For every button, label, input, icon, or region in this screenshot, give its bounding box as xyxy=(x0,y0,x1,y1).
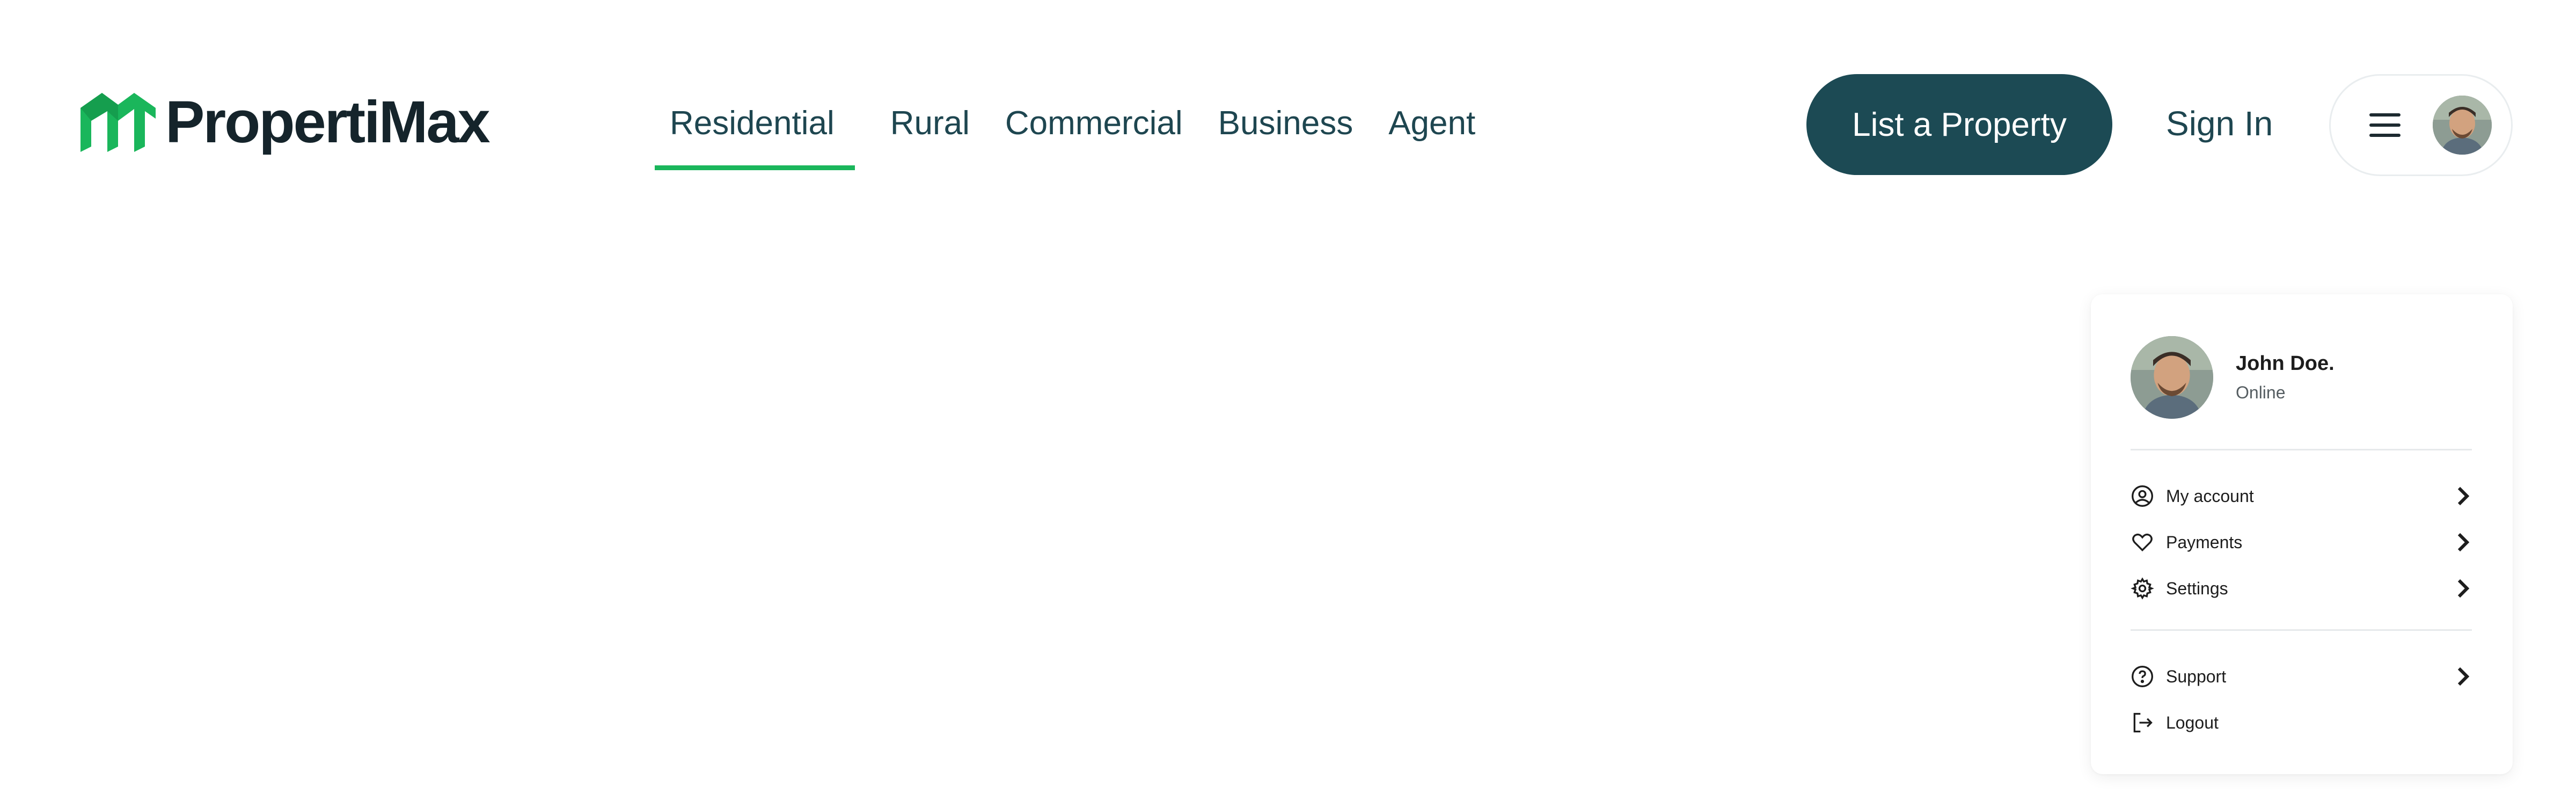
logo-mark-icon xyxy=(80,93,156,152)
menu-item-my-account[interactable]: My account xyxy=(2131,480,2472,512)
user-profile: John Doe. Online xyxy=(2131,336,2334,419)
profile-name: John Doe. xyxy=(2236,352,2334,375)
chevron-right-icon xyxy=(2457,533,2470,552)
chevron-right-icon xyxy=(2457,667,2470,686)
page: PropertiMax Residential Rural Commercial… xyxy=(0,0,2576,793)
user-circle-icon xyxy=(2132,485,2153,507)
menu-item-label: Settings xyxy=(2166,578,2228,598)
nav-item-residential[interactable]: Residential xyxy=(655,97,855,172)
menu-item-label: Support xyxy=(2166,666,2227,686)
menu-item-support[interactable]: Support xyxy=(2131,660,2472,693)
profile-info: John Doe. Online xyxy=(2236,352,2334,403)
menu-item-logout[interactable]: Logout xyxy=(2131,707,2472,739)
hamburger-icon xyxy=(2369,113,2401,137)
user-dropdown-menu: John Doe. Online My account Payments Set… xyxy=(2091,294,2513,774)
logout-icon xyxy=(2133,712,2153,733)
profile-avatar xyxy=(2131,336,2213,419)
gear-icon xyxy=(2131,577,2154,600)
chevron-right-icon xyxy=(2457,486,2470,506)
main-nav: Residential Rural Commercial Business Ag… xyxy=(655,97,1475,172)
chevron-right-icon xyxy=(2457,579,2470,598)
menu-item-settings[interactable]: Settings xyxy=(2131,572,2472,605)
profile-status: Online xyxy=(2236,383,2286,402)
heart-icon xyxy=(2132,533,2153,552)
avatar xyxy=(2433,96,2492,155)
divider xyxy=(2131,629,2472,631)
brand-logo[interactable]: PropertiMax xyxy=(80,89,491,155)
help-circle-icon xyxy=(2132,666,2153,687)
menu-item-label: Logout xyxy=(2166,712,2219,732)
menu-item-label: My account xyxy=(2166,486,2254,506)
sign-in-link[interactable]: Sign In xyxy=(2166,97,2273,150)
nav-item-commercial[interactable]: Commercial xyxy=(1005,97,1183,172)
menu-item-label: Payments xyxy=(2166,532,2243,552)
nav-item-agent[interactable]: Agent xyxy=(1388,97,1475,172)
divider xyxy=(2131,449,2472,450)
list-property-button[interactable]: List a Property xyxy=(1806,74,2112,175)
brand-name: PropertiMax xyxy=(165,89,491,155)
nav-item-rural[interactable]: Rural xyxy=(890,97,970,172)
menu-item-payments[interactable]: Payments xyxy=(2131,526,2472,558)
nav-item-business[interactable]: Business xyxy=(1218,97,1353,172)
user-menu-toggle[interactable] xyxy=(2329,74,2513,176)
